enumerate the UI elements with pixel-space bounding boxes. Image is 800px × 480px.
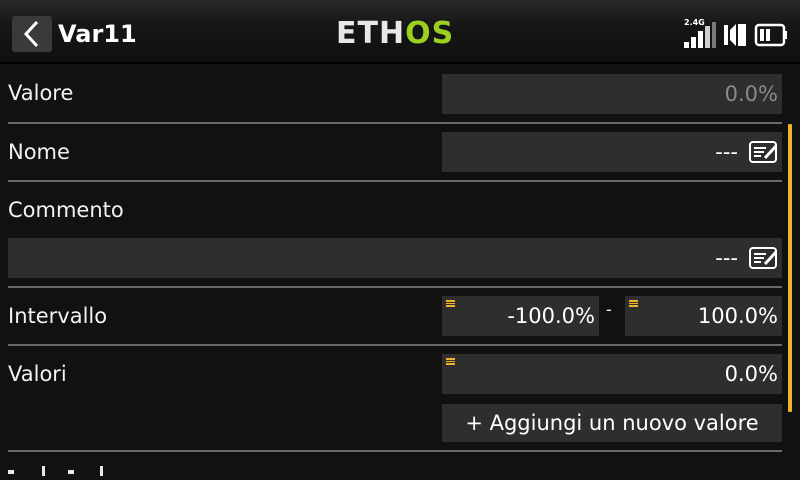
- commento-label: Commento: [8, 198, 124, 222]
- intervallo-label: Intervallo: [8, 304, 108, 328]
- intervallo-min-value: -100.0%: [507, 304, 595, 328]
- status-area: 2.4G: [684, 18, 788, 48]
- commento-value: ---: [715, 246, 738, 270]
- divider: [8, 344, 782, 346]
- divider: [8, 122, 782, 124]
- menu-marker-icon: [446, 300, 455, 307]
- range-separator: -: [606, 300, 612, 319]
- valore-value: 0.0%: [442, 74, 782, 114]
- add-value-button[interactable]: + Aggiungi un nuovo valore: [442, 404, 782, 442]
- signal-icon: 2.4G: [684, 18, 716, 48]
- volume-icon: [724, 24, 746, 46]
- intervallo-max-value: 100.0%: [697, 304, 778, 328]
- nome-value: ---: [715, 140, 738, 164]
- commento-field[interactable]: ---: [8, 238, 782, 278]
- rf-band-label: 2.4G: [684, 18, 705, 27]
- divider: [8, 450, 782, 452]
- ethos-logo: ETHOS: [336, 16, 455, 51]
- valori-field[interactable]: 0.0%: [442, 354, 782, 394]
- menu-marker-icon: [446, 358, 455, 365]
- edit-icon[interactable]: [748, 246, 780, 270]
- scrollbar[interactable]: [788, 124, 792, 412]
- valori-label: Valori: [8, 362, 67, 386]
- valori-value: 0.0%: [724, 362, 778, 386]
- edit-icon[interactable]: [748, 140, 780, 164]
- page-title: Var11: [58, 20, 137, 48]
- nome-label: Nome: [8, 140, 70, 164]
- valore-label: Valore: [8, 81, 74, 105]
- intervallo-min-field[interactable]: -100.0%: [442, 296, 599, 336]
- back-icon: [23, 20, 39, 48]
- divider: [8, 180, 782, 182]
- top-bar: Var11 ETHOS 2.4G: [0, 0, 800, 64]
- nome-field[interactable]: ---: [442, 132, 782, 172]
- next-row-clipped: [8, 464, 108, 480]
- divider: [8, 286, 782, 288]
- menu-marker-icon: [629, 300, 638, 307]
- back-button[interactable]: [12, 16, 52, 52]
- intervallo-max-field[interactable]: 100.0%: [625, 296, 782, 336]
- battery-icon: [754, 23, 787, 47]
